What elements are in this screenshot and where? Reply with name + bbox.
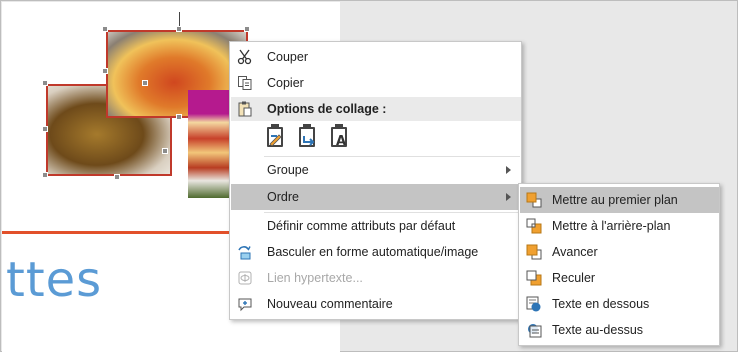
- resize-handle[interactable]: [102, 26, 108, 32]
- submenu-item-send-backward[interactable]: Reculer: [520, 265, 719, 291]
- comment-icon: [237, 296, 253, 312]
- resize-handle[interactable]: [176, 114, 182, 120]
- paste-options-label: Options de collage :: [267, 102, 387, 116]
- submenu-item-bring-forward[interactable]: Avancer: [520, 239, 719, 265]
- paste-picture-icon[interactable]: [296, 124, 320, 150]
- title-underline: [2, 231, 242, 234]
- resize-handle[interactable]: [142, 80, 148, 86]
- menu-item-copy[interactable]: Copier: [231, 71, 521, 95]
- submenu-item-send-to-back[interactable]: Mettre à l'arrière-plan: [520, 213, 719, 239]
- resize-handle[interactable]: [244, 26, 250, 32]
- submenu-item-label: Mettre au premier plan: [552, 193, 678, 207]
- submenu-item-bring-to-front[interactable]: Mettre au premier plan: [520, 187, 719, 213]
- menu-item-label: Copier: [267, 76, 304, 90]
- resize-handle[interactable]: [176, 26, 182, 32]
- bring-to-front-icon: [526, 192, 542, 208]
- slide-title-text[interactable]: ttes: [6, 252, 102, 308]
- submenu-item-text-above[interactable]: Texte au-dessus: [520, 317, 719, 343]
- svg-text:A: A: [336, 134, 346, 147]
- resize-handle[interactable]: [114, 174, 120, 180]
- paste-icon: [237, 101, 253, 120]
- bring-forward-icon: [526, 244, 542, 260]
- paste-keep-formatting-icon[interactable]: [264, 124, 288, 150]
- menu-item-label: Lien hypertexte...: [267, 271, 363, 285]
- menu-item-swap-shape[interactable]: Basculer en forme automatique/image: [231, 240, 521, 264]
- menu-item-label: Nouveau commentaire: [267, 297, 393, 311]
- resize-handle[interactable]: [162, 148, 168, 154]
- menu-item-hyperlink: Lien hypertexte...: [231, 266, 521, 290]
- menu-item-cut[interactable]: Couper: [231, 45, 521, 69]
- scissors-icon: [237, 49, 253, 65]
- resize-handle[interactable]: [42, 80, 48, 86]
- menu-separator: [264, 156, 520, 157]
- paste-text-only-icon[interactable]: A: [328, 124, 352, 150]
- submenu-item-label: Texte au-dessus: [552, 323, 644, 337]
- submenu-item-label: Avancer: [552, 245, 598, 259]
- shape-swap-icon: [237, 244, 253, 260]
- menu-item-new-comment[interactable]: Nouveau commentaire: [231, 292, 521, 316]
- copy-icon: [237, 75, 253, 91]
- context-menu: Couper Copier Options de collage : A Gro…: [229, 41, 522, 320]
- submenu-item-label: Reculer: [552, 271, 596, 285]
- menu-item-group[interactable]: Groupe: [231, 158, 521, 182]
- paste-options-header: Options de collage :: [231, 97, 521, 121]
- resize-handle[interactable]: [42, 172, 48, 178]
- submenu-arrow-icon: [506, 166, 511, 174]
- resize-handle[interactable]: [42, 126, 48, 132]
- menu-item-label: Définir comme attributs par défaut: [267, 219, 456, 233]
- resize-handle[interactable]: [102, 68, 108, 74]
- menu-item-label: Basculer en forme automatique/image: [267, 245, 479, 259]
- submenu-item-label: Mettre à l'arrière-plan: [552, 219, 671, 233]
- text-above-icon: [526, 322, 542, 338]
- menu-item-label: Ordre: [267, 190, 299, 204]
- paste-options-row: A: [264, 124, 352, 150]
- send-to-back-icon: [526, 218, 542, 234]
- hyperlink-icon: [237, 270, 253, 286]
- order-submenu: Mettre au premier plan Mettre à l'arrièr…: [518, 183, 720, 346]
- menu-separator: [264, 212, 520, 213]
- submenu-arrow-icon: [506, 193, 511, 201]
- text-below-icon: [526, 296, 542, 312]
- menu-item-order[interactable]: Ordre: [231, 184, 521, 210]
- menu-item-label: Couper: [267, 50, 308, 64]
- menu-item-label: Groupe: [267, 163, 309, 177]
- submenu-item-text-below[interactable]: Texte en dessous: [520, 291, 719, 317]
- menu-item-set-default[interactable]: Définir comme attributs par défaut: [231, 214, 521, 238]
- send-backward-icon: [526, 270, 542, 286]
- submenu-item-label: Texte en dessous: [552, 297, 650, 311]
